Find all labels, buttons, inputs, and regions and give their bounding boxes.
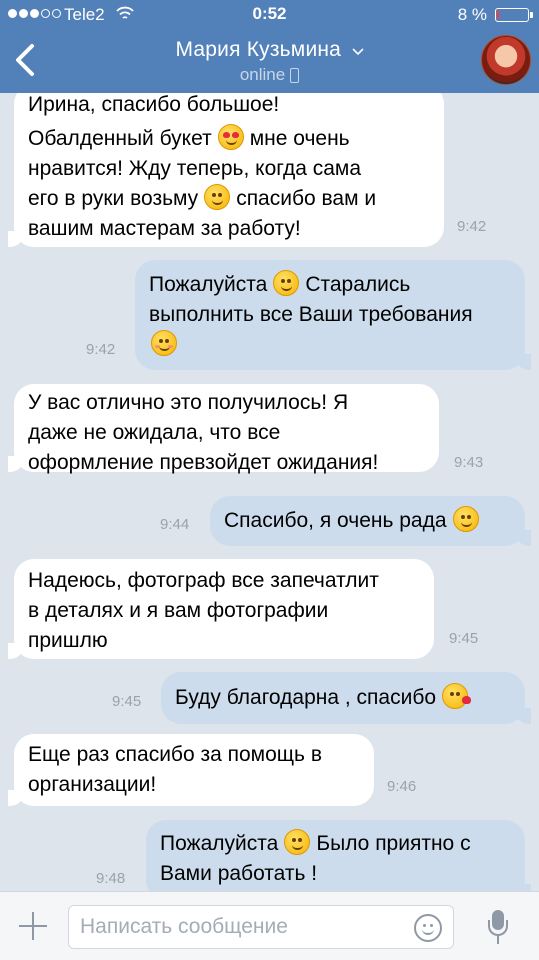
- heart-eyes-emoji-icon: [217, 124, 244, 150]
- message-line: выполнить все Ваши требования: [149, 303, 473, 326]
- status-bar: Tele2 0:52 8 %: [0, 0, 539, 30]
- message-time: 9:43: [454, 454, 484, 471]
- presence-label: online: [239, 65, 286, 84]
- message-line: в деталях и я вам фотографии: [28, 599, 329, 622]
- message-time: 9:45: [449, 630, 479, 647]
- message-line: Вами работать !: [160, 862, 318, 885]
- presence-status: online: [0, 65, 539, 85]
- relieved-emoji-icon: [151, 330, 177, 356]
- message-bubble-incoming[interactable]: Еще раз спасибо за помощь в организации!: [8, 734, 374, 806]
- message-line: нравится! Жду теперь, когда сама: [28, 157, 362, 180]
- message-line: вашим мастерам за работу!: [28, 217, 301, 240]
- message-time: 9:42: [457, 218, 487, 235]
- battery-icon: [495, 8, 533, 22]
- smile-emoji-icon: [452, 506, 479, 532]
- message-line: Еще раз спасибо за помощь в: [28, 743, 322, 766]
- message-line: У вас отлично это получилось! Я: [28, 391, 349, 414]
- message-line: организации!: [28, 773, 157, 796]
- message-line: Обалденный букет мне очень: [28, 124, 430, 154]
- message-time: 9:44: [160, 516, 190, 533]
- message-line: его в руки возьму спасибо вам и: [28, 184, 430, 214]
- smiley-icon[interactable]: [414, 914, 442, 942]
- smile-emoji-icon: [204, 184, 231, 210]
- message-bubble-outgoing[interactable]: Спасибо, я очень рада: [210, 496, 531, 546]
- message-time: 9:42: [86, 341, 116, 358]
- message-bubble-incoming[interactable]: Надеюсь, фотограф все запечатлит в детал…: [8, 559, 434, 659]
- message-line: даже не ожидала, что все: [28, 421, 281, 444]
- kissing-emoji-icon: [442, 683, 472, 709]
- message-list[interactable]: Ирина, спасибо большое! Обалденный букет…: [0, 93, 539, 891]
- message-bubble-outgoing[interactable]: Пожалуйста Было приятно с Вами работать !: [146, 820, 531, 891]
- message-bubble-incoming[interactable]: Ирина, спасибо большое! Обалденный букет…: [8, 93, 444, 247]
- contact-avatar[interactable]: [481, 35, 531, 85]
- message-line: оформление превзойдет ожидания!: [28, 451, 379, 474]
- smile-emoji-icon: [284, 829, 311, 855]
- message-time: 9:45: [112, 693, 142, 710]
- message-time: 9:46: [387, 778, 417, 795]
- message-line: Буду благодарна , спасибо: [175, 683, 511, 713]
- message-line: Надеюсь, фотограф все запечатлит: [28, 569, 379, 592]
- smile-emoji-icon: [273, 270, 300, 296]
- message-line: Пожалуйста Старались: [149, 270, 511, 300]
- message-line: Ирина, спасибо большое!: [28, 93, 280, 116]
- message-bubble-outgoing[interactable]: Пожалуйста Старались выполнить все Ваши т…: [135, 260, 531, 370]
- mobile-phone-icon: [290, 67, 300, 83]
- message-time: 9:48: [96, 870, 126, 887]
- chevron-down-icon: [351, 48, 364, 55]
- microphone-icon[interactable]: [487, 910, 509, 944]
- battery-percent: 8 %: [457, 5, 487, 24]
- message-line: [149, 330, 511, 360]
- message-line: пришлю: [28, 629, 108, 652]
- message-line: Пожалуйста Было приятно с: [160, 829, 511, 859]
- message-bubble-outgoing[interactable]: Буду благодарна , спасибо: [161, 672, 531, 724]
- chat-title[interactable]: Мария Кузьмина online: [0, 38, 539, 85]
- message-input[interactable]: [68, 905, 454, 949]
- nav-bar: Tele2 0:52 8 % Мария Кузьмина online: [0, 0, 539, 93]
- message-line: Спасибо, я очень рада: [224, 506, 511, 536]
- composer-bar: [0, 891, 539, 960]
- message-bubble-incoming[interactable]: У вас отлично это получилось! Я даже не …: [8, 384, 439, 474]
- plus-icon[interactable]: [19, 912, 47, 940]
- contact-name[interactable]: Мария Кузьмина: [175, 38, 341, 61]
